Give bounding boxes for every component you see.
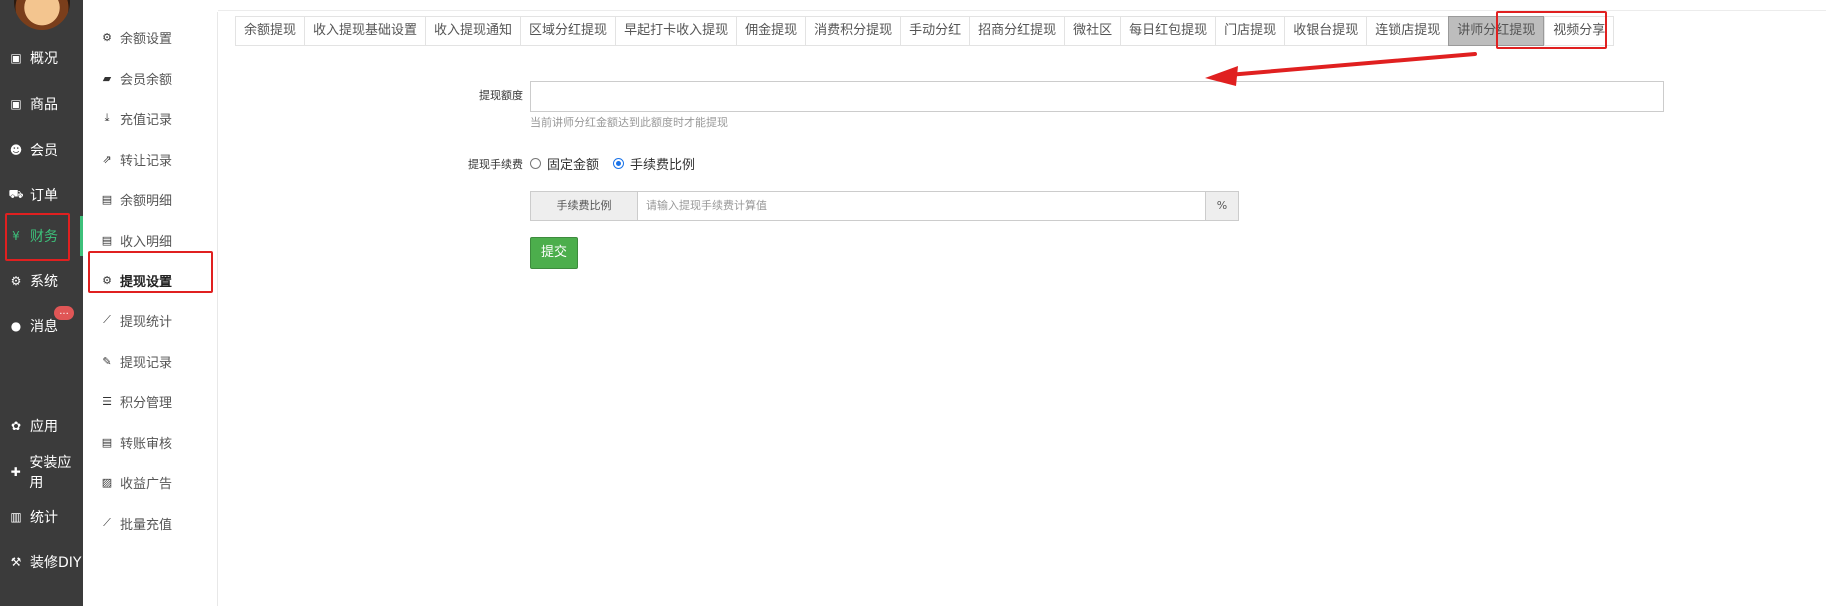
subnav-item-points-management[interactable]: ☰ 积分管理 [83, 381, 218, 421]
avatar[interactable] [14, 0, 70, 30]
gear-icon: ⚙ [102, 30, 112, 44]
tab-early-checkin[interactable]: 早起打卡收入提现 [615, 16, 737, 46]
fee-ratio-label[interactable]: 手续费比例 [630, 154, 695, 173]
chat-icon: ● [10, 319, 22, 333]
tab-balance-withdraw[interactable]: 余额提现 [235, 16, 305, 46]
nav-item-overview[interactable]: ▣ 概况 [0, 36, 83, 80]
nav-item-finance[interactable]: ¥ 财务 [0, 214, 83, 258]
yen-icon: ¥ [12, 229, 20, 243]
bar-chart-icon: ▥ [10, 510, 22, 524]
file-icon: ▤ [101, 192, 113, 206]
database-icon: ☰ [102, 394, 112, 408]
fee-label: 提现手续费 [468, 158, 523, 171]
nav-item-decorate-diy[interactable]: ⚒ 装修DIY [0, 540, 83, 584]
message-badge: ... [54, 306, 74, 320]
tab-regional-dividend[interactable]: 区域分红提现 [520, 16, 616, 46]
tab-lecturer-dividend[interactable]: 讲师分红提现 [1448, 16, 1545, 46]
subnav-item-balance-settings[interactable]: ⚙ 余额设置 [83, 17, 218, 57]
percent-addon: % [1206, 191, 1239, 221]
tab-video-share[interactable]: 视频分享 [1544, 16, 1615, 46]
fee-ratio-radio[interactable] [613, 158, 625, 169]
nav-item-apps[interactable]: ✿ 应用 [0, 404, 83, 448]
cart-icon: ⛟ [8, 187, 24, 201]
subnav-item-transfer-review[interactable]: ▤ 转账审核 [83, 422, 218, 462]
tab-store-withdraw[interactable]: 门店提现 [1215, 16, 1285, 46]
hammer-icon: ⚒ [10, 555, 22, 569]
tab-cashier-withdraw[interactable]: 收银台提现 [1284, 16, 1367, 46]
pencil-icon: ✎ [102, 354, 112, 368]
file-icon: ▤ [101, 435, 113, 449]
subnav-item-member-balance[interactable]: ▰ 会员余额 [83, 58, 218, 98]
tab-consumption-points[interactable]: 消费积分提现 [805, 16, 901, 46]
subnav-item-withdraw-settings[interactable]: ⚙ 提现设置 [83, 260, 218, 300]
apps-icon: ✿ [10, 419, 22, 433]
subnav-item-recharge-records[interactable]: ⤓ 充值记录 [83, 98, 218, 138]
withdraw-amount-input[interactable] [530, 81, 1664, 112]
product-icon: ▣ [10, 97, 22, 111]
subnav-item-transfer-records[interactable]: ⇗ 转让记录 [83, 139, 218, 179]
tab-income-basic-settings[interactable]: 收入提现基础设置 [304, 16, 426, 46]
tab-income-notice[interactable]: 收入提现通知 [425, 16, 521, 46]
amount-label: 提现额度 [479, 89, 523, 102]
fee-ratio-input-group: 手续费比例 请输入提现手续费计算值 % [530, 191, 1239, 221]
main-nav: ▣ 概况 ▣ 商品 ☻ 会员 ⛟ 订单 ¥ 财务 ⚙ 系统 ● 消息 ... ✿… [0, 0, 83, 606]
amount-hint: 当前讲师分红金额达到此额度时才能提现 [530, 116, 728, 129]
subnav-item-withdraw-stats[interactable]: ⟋ 提现统计 [83, 300, 218, 340]
download-icon: ⤓ [104, 111, 110, 124]
nav-item-install-apps[interactable]: ✚ 安装应用 [0, 450, 83, 494]
tab-daily-red-packet[interactable]: 每日红包提现 [1120, 16, 1216, 46]
nav-item-system[interactable]: ⚙ 系统 [0, 259, 83, 303]
withdraw-tabs: 余额提现 收入提现基础设置 收入提现通知 区域分红提现 早起打卡收入提现 佣金提… [235, 16, 1615, 46]
tab-chain-store-withdraw[interactable]: 连锁店提现 [1366, 16, 1449, 46]
fee-ratio-input[interactable]: 请输入提现手续费计算值 [638, 191, 1206, 221]
line-chart-icon: ⟋ [103, 313, 111, 326]
fixed-amount-label[interactable]: 固定金额 [547, 154, 599, 173]
nav-item-members[interactable]: ☻ 会员 [0, 128, 83, 172]
fee-type-radio-group: 固定金额 手续费比例 [530, 154, 695, 173]
dashboard-icon: ▣ [10, 51, 22, 65]
users-icon: ☻ [9, 143, 23, 157]
file-icon: ▤ [101, 233, 113, 247]
puzzle-icon: ✚ [10, 465, 21, 479]
fee-ratio-addon: 手续费比例 [530, 191, 638, 221]
main-content: 余额提现 收入提现基础设置 收入提现通知 区域分红提现 早起打卡收入提现 佣金提… [218, 0, 1826, 606]
tab-manual-dividend[interactable]: 手动分红 [900, 16, 970, 46]
image-icon: ▨ [101, 475, 113, 489]
line-chart-icon: ⟋ [103, 516, 111, 529]
submit-button[interactable]: 提交 [530, 237, 578, 269]
nav-item-products[interactable]: ▣ 商品 [0, 82, 83, 126]
subnav-item-income-details[interactable]: ▤ 收入明细 [83, 220, 218, 260]
tab-investment-dividend[interactable]: 招商分红提现 [969, 16, 1065, 46]
subnav-item-revenue-ads[interactable]: ▨ 收益广告 [83, 462, 218, 502]
tab-commission[interactable]: 佣金提现 [736, 16, 806, 46]
subnav-item-balance-details[interactable]: ▤ 余额明细 [83, 179, 218, 219]
gears-icon: ⚙ [10, 274, 22, 288]
nav-item-orders[interactable]: ⛟ 订单 [0, 173, 83, 217]
tab-micro-community[interactable]: 微社区 [1064, 16, 1121, 46]
subnav-item-withdraw-records[interactable]: ✎ 提现记录 [83, 341, 218, 381]
external-link-icon: ⇗ [102, 152, 112, 166]
divider [218, 10, 1826, 11]
gear-icon: ⚙ [102, 273, 112, 287]
fixed-amount-radio[interactable] [530, 158, 541, 169]
subnav-item-batch-recharge[interactable]: ⟋ 批量充值 [83, 503, 218, 543]
book-icon: ▰ [102, 71, 112, 85]
nav-item-stats[interactable]: ▥ 统计 [0, 495, 83, 539]
finance-subnav: ⚙ 余额设置 ▰ 会员余额 ⤓ 充值记录 ⇗ 转让记录 ▤ 余额明细 ▤ 收入明… [83, 12, 218, 606]
